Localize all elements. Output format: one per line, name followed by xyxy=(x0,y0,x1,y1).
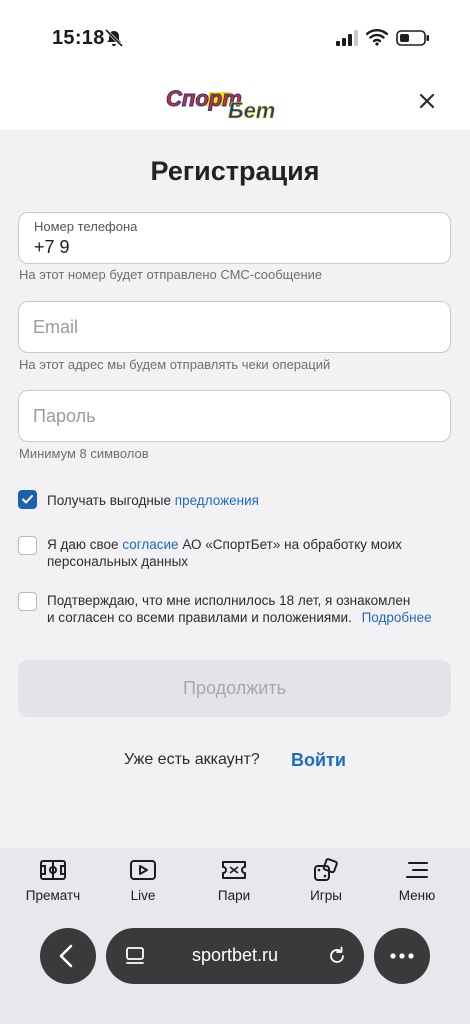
consent-text-line2: персональных данных xyxy=(47,554,189,569)
tab-pari-label: Пари xyxy=(217,888,251,903)
phone-value[interactable]: +7 9 xyxy=(34,237,70,258)
menu-icon xyxy=(406,862,428,878)
status-time: 15:18 xyxy=(52,27,105,49)
battery-icon xyxy=(396,30,429,46)
tab-prematch[interactable]: Прематч xyxy=(13,858,93,903)
reload-icon[interactable] xyxy=(326,945,348,967)
password-hint: Минимум 8 символов xyxy=(19,446,149,461)
continue-button[interactable]: Продолжить xyxy=(18,660,451,717)
tab-live[interactable]: Live xyxy=(103,858,183,903)
ellipsis-icon xyxy=(390,953,414,959)
phone-field[interactable]: Номер телефона +7 9 xyxy=(18,212,451,264)
email-field[interactable] xyxy=(18,301,451,353)
consent-checkbox[interactable] xyxy=(18,536,37,555)
email-input[interactable] xyxy=(33,302,433,352)
age-text-line1: Подтверждаю, что мне исполнилось 18 лет,… xyxy=(47,593,411,608)
offers-text: Получать выгодные предложения xyxy=(47,492,259,509)
tab-prematch-label: Прематч xyxy=(25,888,81,903)
password-field[interactable] xyxy=(18,390,451,442)
tab-games[interactable]: Игры xyxy=(286,858,366,903)
consent-link[interactable]: согласие xyxy=(122,537,178,552)
browser-back-button[interactable] xyxy=(40,928,96,984)
tab-games-label: Игры xyxy=(310,888,342,903)
page-title: Регистрация xyxy=(150,156,320,186)
tab-menu[interactable]: Меню xyxy=(377,858,457,903)
password-input[interactable] xyxy=(33,391,433,441)
sportbet-logo: Спорт Бет xyxy=(166,86,276,124)
bell-muted-icon xyxy=(104,29,124,47)
consent-text-after: АО «СпортБет» на обработку моих xyxy=(182,537,402,552)
field-icon xyxy=(40,860,66,880)
header: Спорт Бет xyxy=(0,70,470,130)
dice-icon xyxy=(314,858,338,881)
consent-text: Я даю свое согласие АО «СпортБет» на обр… xyxy=(47,536,402,570)
phone-hint: На этот номер будет отправлено СМС-сообщ… xyxy=(19,267,323,282)
email-hint: На этот адрес мы будем отправлять чеки о… xyxy=(19,357,331,372)
play-icon xyxy=(130,860,156,880)
close-icon[interactable] xyxy=(414,88,440,114)
phone-label: Номер телефона xyxy=(34,219,138,234)
tab-live-label: Live xyxy=(130,888,156,903)
address-bar[interactable]: sportbet.ru xyxy=(106,928,364,984)
ticket-icon xyxy=(222,861,246,879)
age-details-link[interactable]: Подробнее xyxy=(362,610,432,625)
age-text: Подтверждаю, что мне исполнилось 18 лет,… xyxy=(47,592,432,626)
more-options-button[interactable] xyxy=(374,928,430,984)
tab-menu-label: Меню xyxy=(398,888,436,903)
signal-icon xyxy=(336,30,358,46)
checkmark-icon xyxy=(22,495,33,504)
tab-pari[interactable]: Пари xyxy=(194,858,274,903)
offers-link[interactable]: предложения xyxy=(175,493,259,508)
consent-text-before: Я даю свое xyxy=(47,537,119,552)
wifi-icon xyxy=(366,29,388,46)
have-account-text: Уже есть аккаунт? xyxy=(124,751,260,768)
offers-label: Получать выгодные xyxy=(47,493,172,508)
age-text-line2: и согласен со всеми правилами и положени… xyxy=(47,610,352,625)
offers-checkbox[interactable] xyxy=(18,490,37,509)
svg-text:Бет: Бет xyxy=(228,98,275,123)
login-link[interactable]: Войти xyxy=(291,750,346,771)
age-checkbox[interactable] xyxy=(18,592,37,611)
status-bar: 15:18 xyxy=(0,0,470,70)
chevron-left-icon xyxy=(59,944,73,968)
